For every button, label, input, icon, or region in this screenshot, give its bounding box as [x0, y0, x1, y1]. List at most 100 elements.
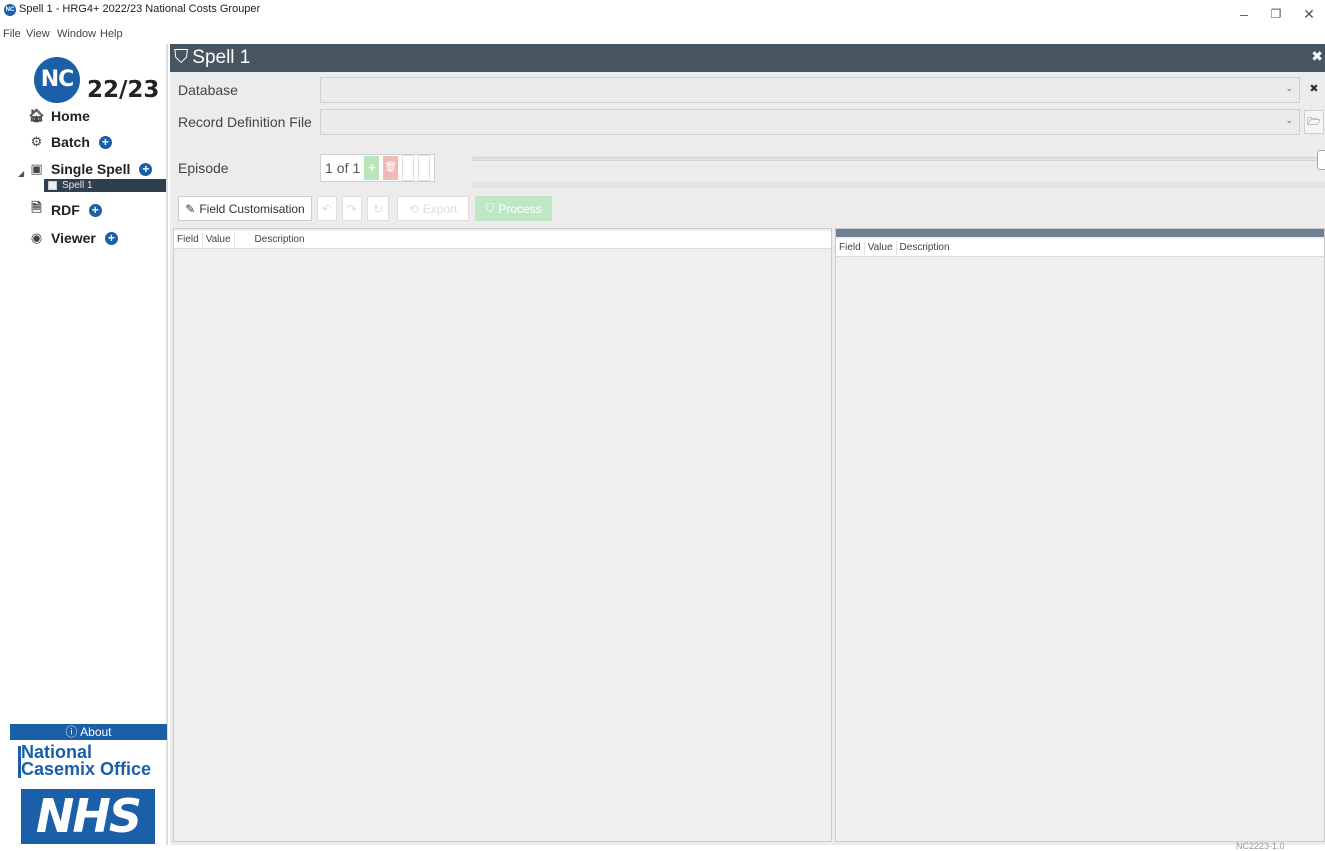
sidebar-item-single-spell[interactable]: ▣ Single Spell + [28, 159, 153, 179]
folder-open-icon: 🗁 [1307, 116, 1321, 128]
open-folder-button[interactable]: 🗁 [1304, 110, 1324, 134]
process-icon: ⛉ [485, 201, 495, 215]
add-batch-icon[interactable]: + [98, 135, 112, 149]
about-label: About [80, 725, 112, 739]
home-icon: 🏠︎ [28, 108, 45, 123]
menu-bar: File View Window Help [0, 28, 1325, 44]
field-customisation-button[interactable]: ✎ Field Customisation [178, 196, 312, 221]
sidebar-item-home[interactable]: 🏠︎ Home [28, 106, 90, 126]
sidebar-item-label: RDF [51, 202, 80, 218]
episode-of-text: of [336, 160, 349, 176]
window-title: Spell 1 - HRG4+ 2022/23 National Costs G… [19, 3, 261, 15]
database-label: Database [178, 82, 238, 98]
nc-logo-year: 22/23 [87, 77, 160, 103]
episode-label: Episode [178, 160, 229, 176]
column-value[interactable]: Value [865, 240, 897, 255]
box-icon: ▣ [30, 161, 43, 176]
undo-button[interactable]: ↶ [317, 196, 337, 221]
sidebar-item-spell-1[interactable]: Spell 1 [44, 179, 166, 192]
sidebar-item-rdf[interactable]: 🗎 RDF + [28, 200, 102, 220]
document-header: ⛉ Spell 1 ✖ [170, 44, 1325, 72]
add-rdf-icon[interactable]: + [88, 203, 102, 217]
rdf-label: Record Definition File [178, 114, 312, 130]
undo-icon: ↶ [321, 201, 333, 216]
output-fields-panel: Field Value Description [835, 228, 1325, 842]
field-customisation-label: Field Customisation [199, 201, 305, 216]
nco-logo-line1: National [21, 742, 93, 762]
column-field[interactable]: Field [836, 240, 865, 255]
redo-button[interactable]: ↷ [342, 196, 362, 221]
close-document-button[interactable]: ✖ [1311, 48, 1323, 65]
menu-file[interactable]: File [3, 28, 21, 40]
refresh-icon: ↻ [372, 201, 384, 216]
refresh-button[interactable]: ↻ [367, 196, 389, 221]
export-icon: ⟲ [408, 201, 419, 216]
menu-view[interactable]: View [26, 28, 50, 40]
column-field[interactable]: Field [174, 232, 203, 247]
column-description[interactable]: Description [235, 233, 308, 247]
redo-icon: ↷ [346, 201, 358, 216]
episode-scroll-band [472, 182, 1325, 188]
sidebar-item-label: Single Spell [51, 161, 131, 177]
about-button[interactable]: ⓘ About [10, 724, 167, 740]
nhs-logo: NHS [21, 789, 155, 844]
minimize-button[interactable]: – [1229, 4, 1259, 24]
close-window-button[interactable]: ✕ [1294, 4, 1324, 24]
chevron-down-icon[interactable]: ⌄ [1285, 115, 1293, 126]
episode-total: 1 [352, 160, 361, 176]
add-single-spell-icon[interactable]: + [139, 162, 153, 176]
sidebar-item-viewer[interactable]: ◉ Viewer + [28, 228, 118, 248]
info-icon: ⓘ [65, 725, 81, 739]
export-button[interactable]: ⟲ Export [397, 196, 469, 221]
input-table-header: Field Value Description [174, 231, 831, 249]
episode-row: Episode 1 of 1 + 🗑 [170, 148, 1325, 188]
episode-current[interactable]: 1 [325, 160, 333, 176]
episode-next-button[interactable] [418, 155, 431, 181]
nc-logo-circle: NC [34, 57, 80, 103]
episode-navigator: 1 of 1 + 🗑 [320, 154, 436, 182]
rdf-row: Record Definition File ⌄ 🗁 [170, 108, 1325, 136]
export-label: Export [422, 201, 458, 216]
eye-icon: ◉ [30, 230, 43, 245]
national-casemix-office-logo: National Casemix Office [18, 742, 156, 779]
document-title: Spell 1 [192, 47, 251, 68]
add-viewer-icon[interactable]: + [104, 231, 118, 245]
toolbar: ✎ Field Customisation ↶ ↷ ↻ ⟲ Export ⛉ P… [170, 194, 1325, 224]
batch-icon: ⚙ [30, 134, 43, 149]
nco-logo-bar [18, 746, 21, 778]
input-fields-panel: Field Value Description [173, 228, 832, 842]
database-select[interactable]: ⌄ [320, 77, 1300, 103]
sidebar-item-label: Viewer [51, 230, 96, 246]
process-button[interactable]: ⛉ Process [475, 196, 552, 221]
process-label: Process [498, 201, 542, 216]
chevron-down-icon[interactable]: ⌄ [1285, 83, 1293, 94]
nc-logo: NC 22/23 [34, 57, 159, 113]
sidebar-item-label: Spell 1 [62, 180, 93, 191]
column-value[interactable]: Value [203, 232, 235, 247]
clear-database-button[interactable]: ✖ [1304, 78, 1324, 102]
box-icon: ⛉ [174, 47, 189, 68]
sidebar: NC 22/23 🏠︎ Home ⚙ Batch + ◢ ▣ Single Sp… [0, 44, 168, 845]
rdf-select[interactable]: ⌄ [320, 109, 1300, 135]
nco-logo-line2: Casemix Office [21, 759, 152, 779]
document-icon: 🗎 [31, 200, 42, 215]
menu-window[interactable]: Window [57, 28, 96, 40]
collapse-arrow-icon[interactable]: ◢ [18, 169, 24, 178]
pencil-icon: ✎ [185, 201, 196, 216]
main-area: ⛉ Spell 1 ✖ Database ⌄ ✖ Record Definiti… [170, 44, 1325, 845]
spell-icon [48, 181, 57, 190]
episode-slider[interactable] [472, 157, 1324, 161]
title-bar: NC Spell 1 - HRG4+ 2022/23 National Cost… [0, 0, 1325, 30]
sidebar-item-label: Batch [51, 134, 90, 150]
app-icon: NC [4, 4, 16, 16]
delete-episode-button[interactable]: 🗑 [383, 156, 399, 180]
sidebar-item-batch[interactable]: ⚙ Batch + [28, 132, 112, 152]
output-panel-topbar [836, 229, 1324, 237]
episode-slider-thumb[interactable] [1317, 150, 1325, 170]
episode-prev-button[interactable] [402, 155, 415, 181]
database-row: Database ⌄ ✖ [170, 76, 1325, 104]
menu-help[interactable]: Help [100, 28, 123, 40]
column-description[interactable]: Description [897, 241, 953, 255]
add-episode-button[interactable]: + [364, 156, 380, 180]
restore-button[interactable]: ❐ [1261, 4, 1291, 24]
